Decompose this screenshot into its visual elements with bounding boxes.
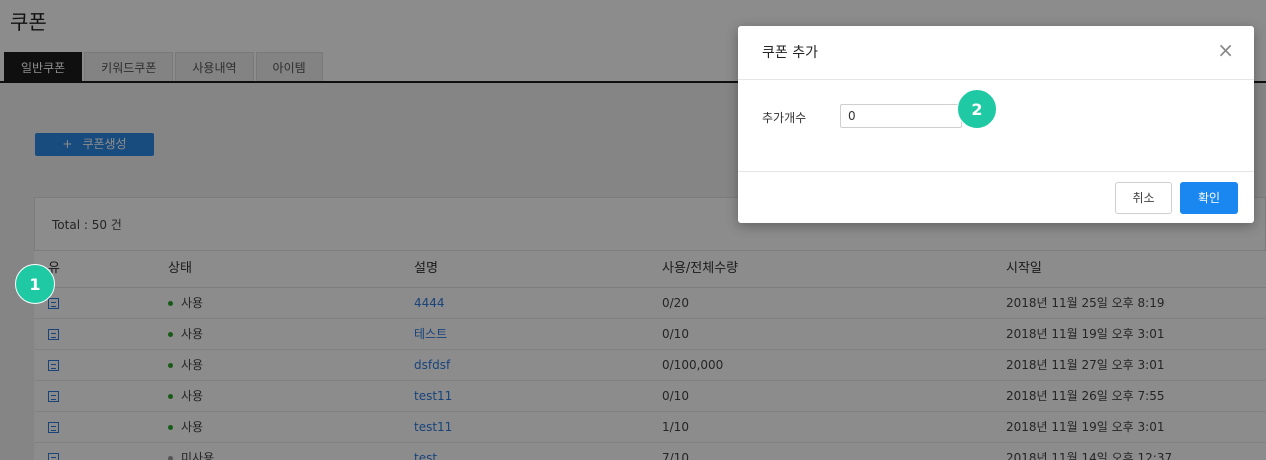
close-icon[interactable]: × (1217, 40, 1234, 60)
cancel-button[interactable]: 취소 (1115, 182, 1172, 214)
add-coupon-dialog: 쿠폰 추가 × 추가개수 취소 확인 (738, 26, 1254, 223)
add-count-input[interactable] (840, 104, 962, 128)
confirm-button[interactable]: 확인 (1180, 182, 1238, 214)
step-marker-1: 1 (15, 264, 55, 304)
dialog-title: 쿠폰 추가 (762, 45, 818, 61)
add-count-label: 추가개수 (762, 111, 807, 125)
dialog-footer-divider (738, 171, 1254, 172)
step-marker-2: 2 (957, 89, 997, 129)
dialog-header-divider (738, 79, 1254, 80)
